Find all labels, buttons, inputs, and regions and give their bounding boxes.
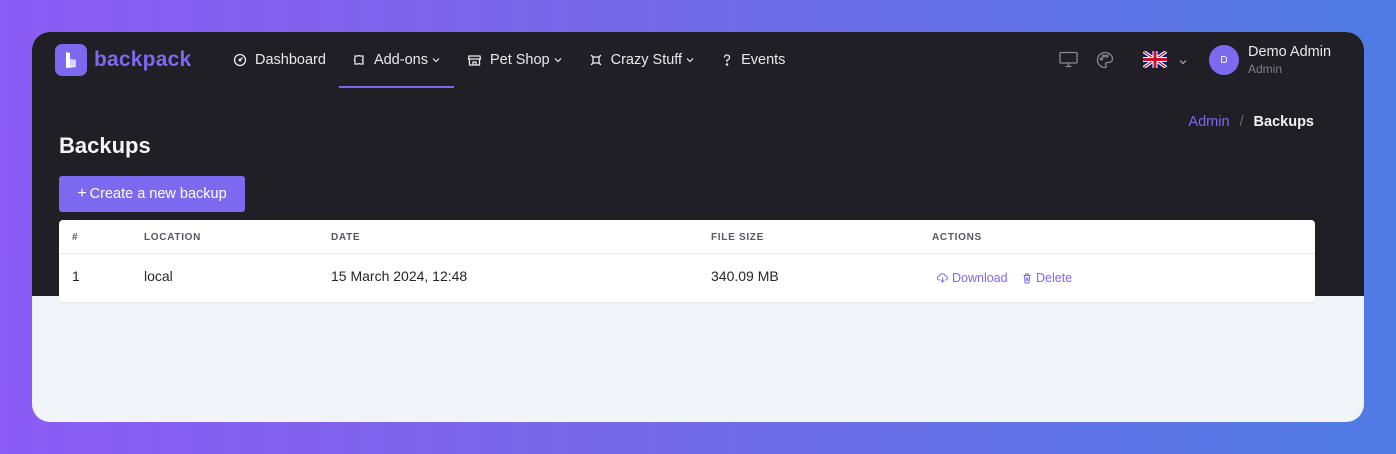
delete-button[interactable]: Delete bbox=[1022, 271, 1072, 285]
download-button[interactable]: Download bbox=[937, 271, 1008, 285]
nav-item-pet-shop[interactable]: Pet Shop bbox=[454, 32, 576, 88]
column-header-location: LOCATION bbox=[144, 232, 202, 243]
nav-item-add-ons[interactable]: Add-ons bbox=[338, 32, 454, 88]
shop-icon bbox=[467, 53, 482, 67]
avatar[interactable]: D bbox=[1209, 45, 1239, 75]
page-title: Backups bbox=[59, 133, 151, 158]
create-backup-button[interactable]: + Create a new backup bbox=[59, 176, 245, 212]
cell-index: 1 bbox=[72, 268, 80, 284]
plus-icon: + bbox=[77, 185, 87, 202]
create-backup-label: Create a new backup bbox=[89, 186, 227, 202]
language-switcher[interactable] bbox=[1142, 49, 1188, 73]
crazy-stuff-icon bbox=[589, 53, 603, 67]
cell-file-size: 340.09 MB bbox=[711, 268, 779, 284]
nav-item-label: Crazy Stuff bbox=[610, 52, 683, 68]
breadcrumb-link-admin[interactable]: Admin bbox=[1188, 114, 1229, 130]
puzzle-icon bbox=[352, 53, 366, 67]
main-nav: Dashboard Add-ons Pet Shop Crazy Stuff E… bbox=[220, 32, 798, 88]
user-name[interactable]: Demo Admin bbox=[1248, 44, 1331, 60]
nav-item-label: Pet Shop bbox=[489, 52, 550, 68]
delete-label: Delete bbox=[1036, 271, 1073, 285]
column-header-actions: ACTIONS bbox=[932, 232, 982, 243]
backups-table: # LOCATION DATE FILE SIZE ACTIONS 1 loca… bbox=[59, 220, 1315, 302]
monitor-icon[interactable] bbox=[1059, 51, 1078, 68]
column-header-file-size: FILE SIZE bbox=[711, 232, 764, 243]
app-window: backpack Dashboard Add-ons Pet Shop Craz… bbox=[32, 32, 1364, 422]
column-header-date: DATE bbox=[331, 232, 361, 243]
brand-name: backpack bbox=[94, 48, 192, 71]
breadcrumb: Admin / Backups bbox=[1188, 114, 1314, 130]
dashboard-gauge-icon bbox=[233, 53, 247, 67]
column-header-index: # bbox=[72, 232, 79, 243]
chevron-down-icon bbox=[553, 55, 563, 65]
chevron-down-icon bbox=[685, 55, 695, 65]
table-header: # LOCATION DATE FILE SIZE ACTIONS bbox=[59, 220, 1315, 254]
user-role: Admin bbox=[1248, 62, 1283, 76]
nav-item-label: Add-ons bbox=[373, 52, 428, 68]
nav-item-label: Dashboard bbox=[255, 52, 326, 68]
download-label: Download bbox=[952, 271, 1008, 285]
breadcrumb-separator: / bbox=[1239, 114, 1244, 130]
chevron-down-icon bbox=[431, 55, 441, 65]
nav-item-label: Events bbox=[741, 52, 786, 68]
breadcrumb-current: Backups bbox=[1253, 114, 1314, 130]
cell-date: 15 March 2024, 12:48 bbox=[331, 268, 468, 284]
brand-logo[interactable]: backpack bbox=[55, 44, 191, 76]
palette-icon[interactable] bbox=[1096, 51, 1114, 69]
nav-item-dashboard[interactable]: Dashboard bbox=[220, 32, 339, 88]
backpack-logo-icon bbox=[55, 44, 87, 76]
trash-icon bbox=[1022, 273, 1036, 284]
cloud-download-icon bbox=[937, 273, 952, 283]
chevron-down-icon bbox=[1178, 57, 1188, 67]
nav-item-events[interactable]: Events bbox=[708, 32, 798, 88]
uk-flag-icon bbox=[1142, 49, 1168, 73]
nav-item-crazy-stuff[interactable]: Crazy Stuff bbox=[576, 32, 708, 88]
cell-location: local bbox=[144, 268, 173, 284]
question-icon bbox=[721, 53, 733, 67]
